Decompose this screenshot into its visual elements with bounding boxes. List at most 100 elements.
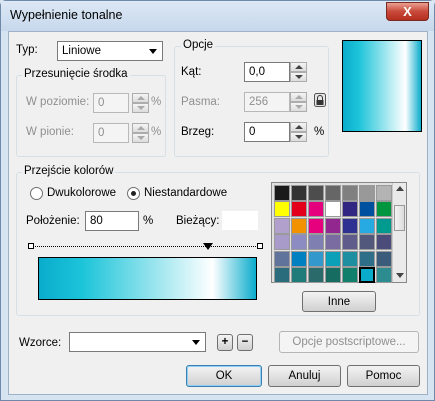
dialog-client: Typ: Liniowe Przesunięcie środka W pozio… [8,31,428,395]
palette-swatch[interactable] [376,201,392,218]
color-palette[interactable] [271,182,407,283]
palette-swatch[interactable] [342,250,358,267]
gradient-marker-track[interactable] [31,246,260,247]
title-bar: Wypełnienie tonalne X [1,1,434,31]
palette-swatch[interactable] [325,234,341,251]
vertical-unit: % [151,126,162,138]
palette-swatch[interactable] [325,250,341,267]
palette-swatch[interactable] [376,234,392,251]
palette-swatch[interactable] [274,217,290,234]
angle-value: 0,0 [249,66,265,78]
palette-swatch[interactable] [342,217,358,234]
end-marker[interactable] [257,243,263,249]
remove-preset-button[interactable]: − [237,334,253,351]
color-blend-title: Przejście kolorów [22,165,116,177]
palette-swatch[interactable] [376,185,392,201]
palette-swatch[interactable] [291,234,307,251]
palette-swatch[interactable] [291,185,307,201]
type-select[interactable]: Liniowe [57,41,163,61]
current-color-label: Bieżący: [176,215,220,227]
palette-swatch[interactable] [291,217,307,234]
postscript-options-button[interactable]: Opcje postscriptowe... [279,331,419,353]
palette-swatch[interactable] [274,234,290,251]
palette-scrollbar[interactable] [392,183,406,282]
custom-radio[interactable] [127,187,140,200]
palette-swatch[interactable] [342,201,358,218]
palette-scroll-thumb[interactable] [394,205,405,231]
angle-spinner[interactable] [290,62,307,82]
type-select-value: Liniowe [62,45,101,57]
dialog-window: Wypełnienie tonalne X Typ: Liniowe Przes… [0,0,435,401]
palette-swatch[interactable] [308,267,324,283]
palette-swatch[interactable] [325,217,341,234]
palette-swatch[interactable] [376,267,392,283]
palette-swatch[interactable] [325,201,341,218]
chevron-down-icon [192,340,200,345]
edge-field[interactable]: 0 [244,122,290,142]
presets-label: Wzorce: [19,337,62,349]
center-offset-title: Przesunięcie środka [22,68,130,80]
palette-swatch[interactable] [376,250,392,267]
start-marker[interactable] [28,243,34,249]
palette-swatch[interactable] [359,234,375,251]
window-title: Wypełnienie tonalne [10,8,123,22]
position-field[interactable]: 80 [85,211,139,231]
other-colors-button[interactable]: Inne [302,291,376,312]
palette-swatch[interactable] [342,234,358,251]
presets-select[interactable] [69,332,206,352]
add-preset-button[interactable]: + [217,334,233,351]
cancel-button[interactable]: Anuluj [268,365,341,387]
two-color-radio[interactable] [30,187,43,200]
edge-spinner[interactable] [290,122,307,142]
palette-swatch[interactable] [308,201,324,218]
chevron-down-icon [149,49,157,54]
help-button[interactable]: Pomoc [347,365,420,387]
vertical-spinner[interactable] [132,123,149,143]
position-label: Położenie: [26,215,80,227]
ok-button[interactable]: OK [186,365,262,387]
horizontal-label: W poziomie: [26,96,90,108]
two-color-label[interactable]: Dwukolorowe [47,187,116,199]
palette-swatch[interactable] [359,185,375,201]
palette-swatch[interactable] [342,267,358,283]
center-offset-group [16,75,166,157]
palette-swatch[interactable] [359,250,375,267]
angle-field[interactable]: 0,0 [244,62,290,82]
type-label: Typ: [16,44,38,56]
angle-label: Kąt: [181,66,202,78]
palette-swatch[interactable] [274,267,290,283]
close-button[interactable]: X [386,2,429,21]
horizontal-unit: % [151,96,162,108]
palette-swatch[interactable] [359,217,375,234]
palette-swatch[interactable] [342,185,358,201]
palette-swatch[interactable] [291,250,307,267]
palette-swatch[interactable] [308,250,324,267]
custom-label[interactable]: Niestandardowe [144,187,227,199]
lock-icon[interactable] [314,93,326,107]
gradient-bar[interactable] [38,257,257,300]
horizontal-spinner[interactable] [132,93,149,113]
vertical-field[interactable]: 0 [93,123,129,143]
palette-swatch[interactable] [274,185,290,201]
palette-swatch[interactable] [274,250,290,267]
palette-swatch[interactable] [274,201,290,218]
palette-swatch[interactable] [359,267,375,283]
palette-swatch[interactable] [359,201,375,218]
horizontal-field[interactable]: 0 [93,93,129,113]
color-stop-marker[interactable] [203,243,213,250]
palette-swatch[interactable] [376,217,392,234]
vertical-label: W pionie: [26,126,74,138]
palette-swatch[interactable] [308,217,324,234]
position-unit: % [143,215,154,227]
palette-swatch[interactable] [291,267,307,283]
steps-value: 256 [249,96,269,108]
steps-spinner[interactable] [290,92,307,112]
palette-swatch[interactable] [325,185,341,201]
palette-swatch[interactable] [308,234,324,251]
edge-unit: % [314,126,325,138]
palette-swatch[interactable] [308,185,324,201]
fill-preview [342,40,422,132]
steps-field[interactable]: 256 [244,92,290,112]
palette-swatch[interactable] [325,267,341,283]
palette-swatch[interactable] [291,201,307,218]
